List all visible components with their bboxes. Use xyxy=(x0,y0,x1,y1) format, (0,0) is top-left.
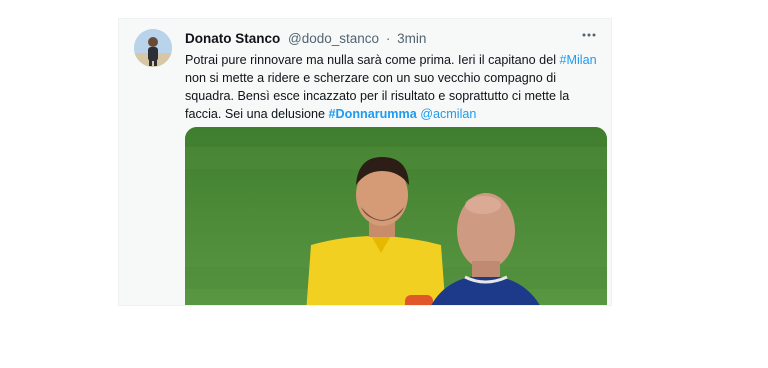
tweet-media-image[interactable] xyxy=(185,127,607,305)
more-horizontal-icon[interactable] xyxy=(579,27,599,47)
football-photo xyxy=(185,127,607,305)
tweet-timestamp[interactable]: 3min xyxy=(397,31,426,46)
tweet-text-part-1: Potrai pure rinnovare ma nulla sarà come… xyxy=(185,53,560,67)
author-name[interactable]: Donato Stanco xyxy=(185,31,280,46)
hashtag-donnarumma[interactable]: #Donnarumma xyxy=(329,107,417,121)
mention-acmilan[interactable]: @acmilan xyxy=(420,107,476,121)
tweet-header: Donato Stanco @dodo_stanco · 3min xyxy=(185,29,591,49)
tweet-text: Potrai pure rinnovare ma nulla sarà come… xyxy=(185,51,605,123)
author-avatar[interactable] xyxy=(134,29,172,67)
tweet-card[interactable]: Donato Stanco @dodo_stanco · 3min Potrai… xyxy=(118,18,612,306)
author-handle[interactable]: @dodo_stanco xyxy=(288,31,379,46)
header-separator: · xyxy=(385,31,391,46)
hashtag-milan[interactable]: #Milan xyxy=(560,53,597,67)
